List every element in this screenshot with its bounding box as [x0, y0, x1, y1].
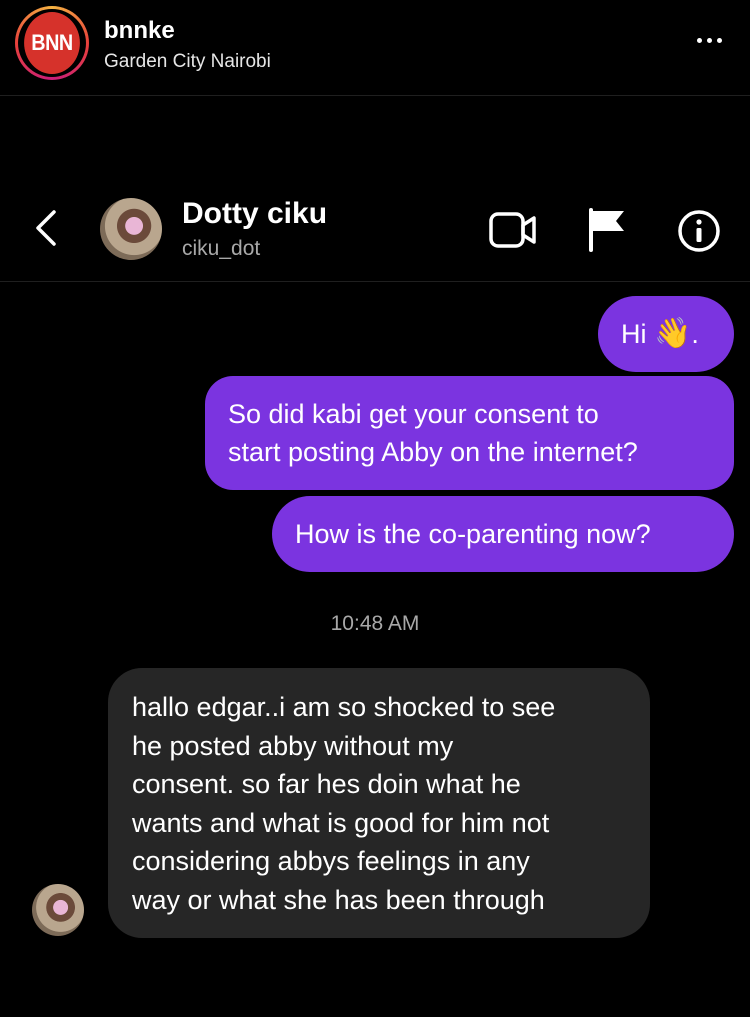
message-text: Hi — [621, 319, 654, 349]
received-message[interactable]: hallo edgar..i am so shocked to see he p… — [108, 668, 650, 938]
message-line: he posted abby without my — [132, 730, 454, 761]
post-header: BNN bnnke Garden City Nairobi — [0, 0, 750, 96]
back-icon[interactable] — [32, 208, 62, 248]
contact-handle[interactable]: ciku_dot — [182, 237, 260, 261]
info-icon[interactable] — [677, 209, 721, 253]
message-line: hallo edgar..i am so shocked to see — [132, 692, 556, 722]
message-line: wants and what is good for him not — [132, 807, 550, 838]
bnn-logo-text: BNN — [24, 12, 80, 74]
message-line: consent. so far hes doin what he — [132, 769, 521, 799]
message-line: start posting Abby on the internet? — [228, 437, 638, 467]
message-line: So did kabi get your consent to — [228, 399, 599, 429]
flag-icon[interactable] — [586, 206, 628, 252]
video-call-icon[interactable] — [488, 210, 538, 250]
post-location[interactable]: Garden City Nairobi — [104, 51, 271, 73]
bnn-avatar[interactable]: BNN — [15, 6, 89, 80]
contact-avatar[interactable] — [100, 198, 162, 260]
sent-message[interactable]: How is the co-parenting now? — [272, 496, 734, 572]
waving-hand-icon: 👋 — [654, 317, 692, 350]
more-icon[interactable] — [697, 38, 722, 43]
message-timestamp: 10:48 AM — [330, 612, 420, 635]
message-suffix: . — [691, 319, 699, 349]
post-username[interactable]: bnnke — [104, 17, 175, 45]
dm-header: Dotty ciku ciku_dot — [0, 180, 750, 282]
message-line: considering abbys feelings in any — [132, 846, 530, 876]
sent-message[interactable]: So did kabi get your consent to start po… — [205, 376, 734, 490]
sender-avatar[interactable] — [32, 884, 84, 936]
sent-message[interactable]: Hi 👋. — [598, 296, 734, 372]
contact-name[interactable]: Dotty ciku — [182, 197, 327, 231]
message-line: way or what she has been through — [132, 884, 545, 915]
message-text: How is the co-parenting now? — [295, 519, 651, 549]
